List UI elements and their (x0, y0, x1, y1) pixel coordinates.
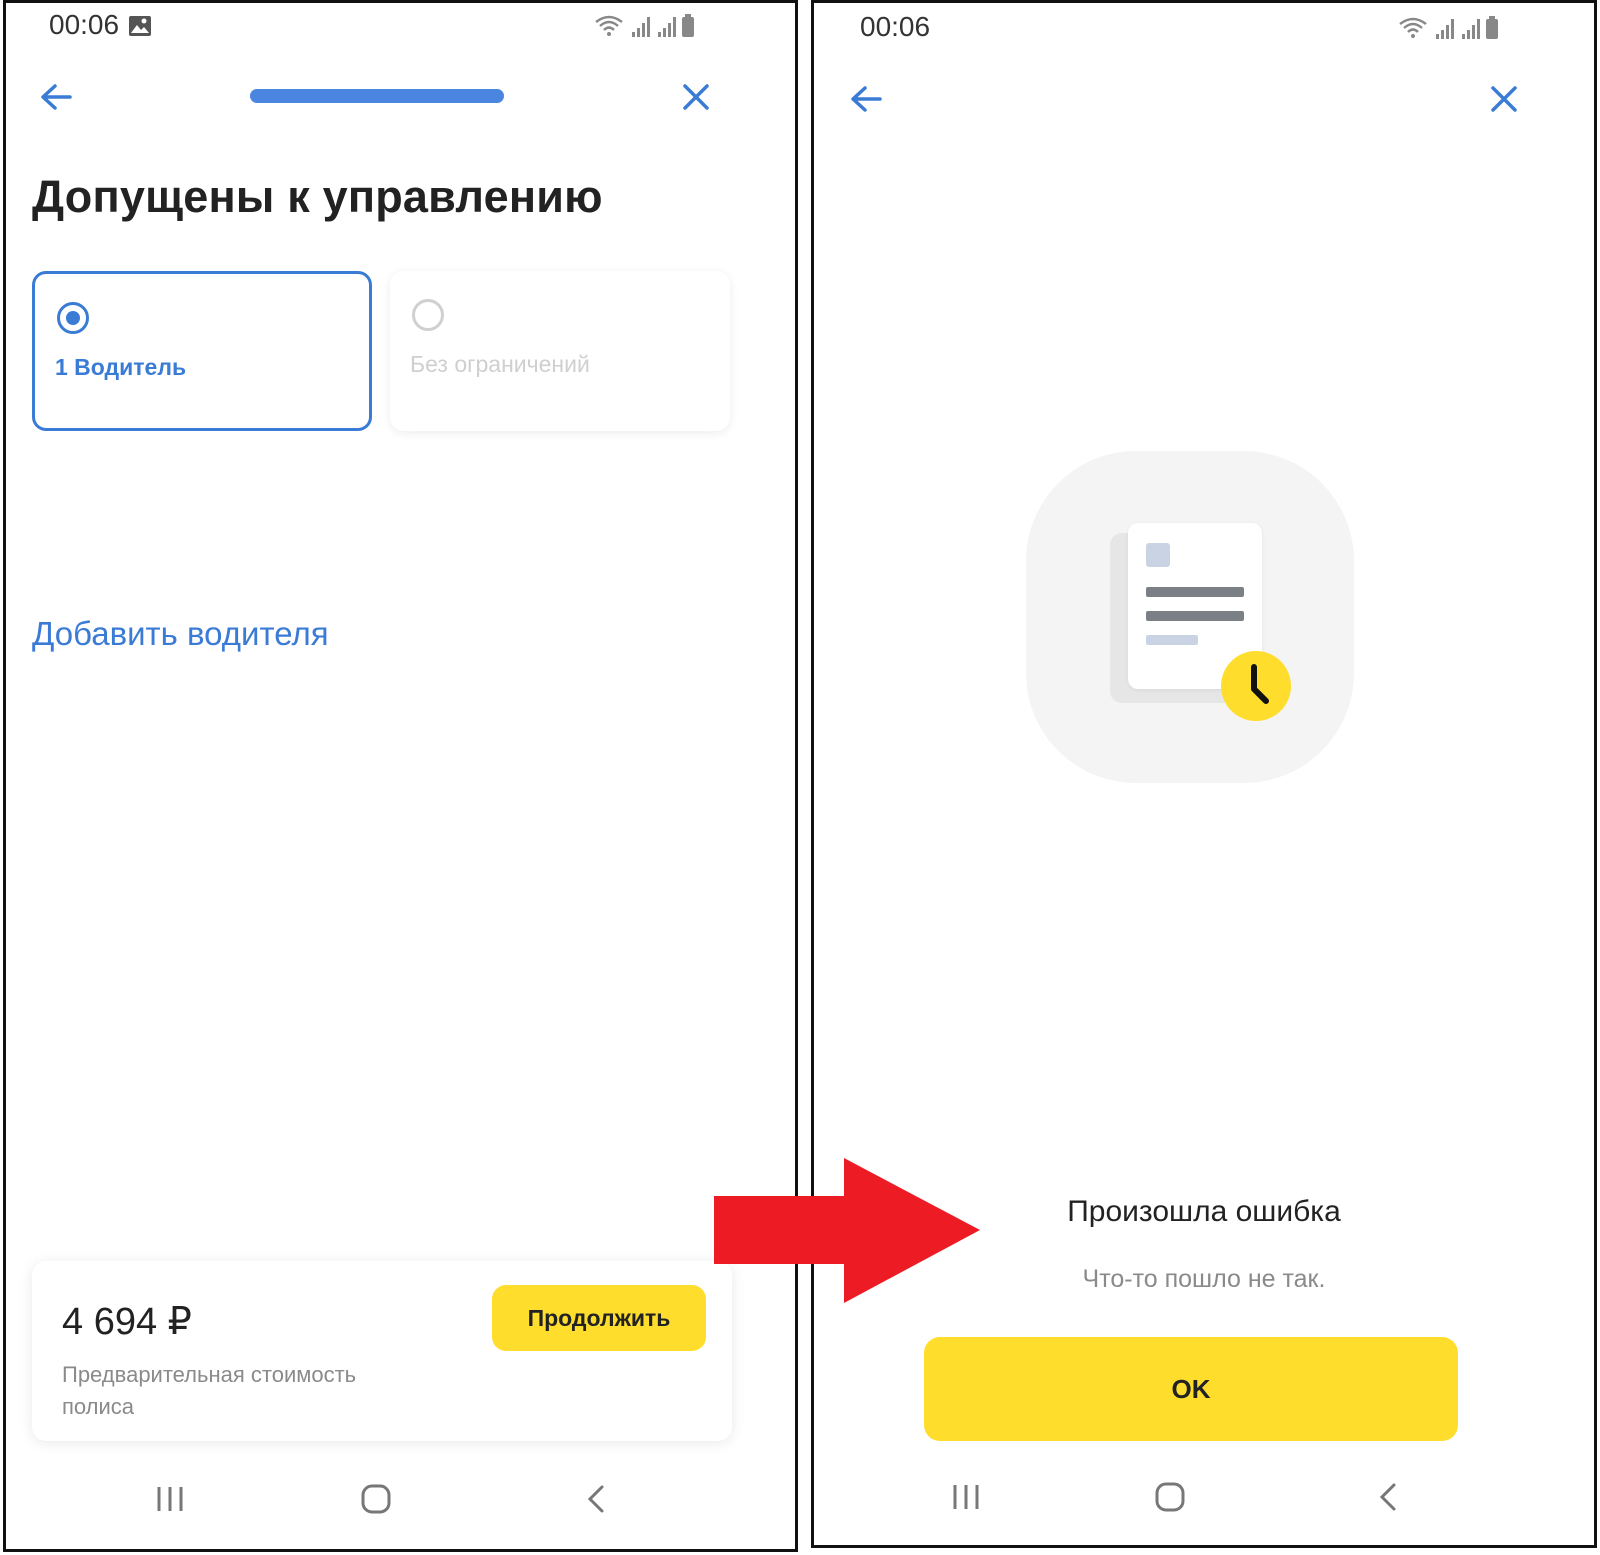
recents-button[interactable] (150, 1479, 190, 1519)
close-icon (1491, 86, 1517, 112)
recents-icon (953, 1485, 979, 1509)
progress-bar (250, 89, 504, 103)
wifi-icon (595, 15, 623, 36)
battery-icon (1486, 16, 1498, 39)
home-button[interactable] (356, 1479, 396, 1519)
status-time: 00:06 (860, 11, 931, 42)
back-button[interactable] (842, 75, 890, 123)
close-button[interactable] (1480, 75, 1528, 123)
battery-icon (682, 14, 694, 37)
page-title: Допущены к управлению (32, 171, 603, 222)
back-icon (1379, 1483, 1396, 1511)
status-icons (594, 13, 694, 37)
status-icons (1398, 15, 1498, 39)
system-navigation-bar (6, 1479, 795, 1519)
clock-icon (1221, 651, 1291, 721)
home-icon (361, 1484, 391, 1514)
option-unlimited[interactable]: Без ограничений (390, 271, 730, 431)
recents-button[interactable] (946, 1477, 986, 1517)
home-button[interactable] (1150, 1477, 1190, 1517)
radio-unselected[interactable] (412, 299, 444, 331)
ok-button[interactable]: OK (924, 1337, 1458, 1441)
price-value: 4 694 ₽ (62, 1301, 192, 1343)
back-button[interactable] (32, 73, 80, 121)
close-icon (683, 84, 709, 110)
document-clock-icon (1026, 451, 1354, 783)
system-back-button[interactable] (576, 1479, 616, 1519)
status-time: 00:06 (49, 9, 120, 40)
price-card: 4 694 ₽ Предварительная стоимость полиса… (32, 1261, 732, 1441)
close-button[interactable] (672, 73, 720, 121)
back-icon (587, 1485, 604, 1513)
option-one-driver[interactable]: 1 Водитель (32, 271, 372, 431)
radio-selected[interactable] (57, 302, 89, 334)
option-label: 1 Водитель (55, 354, 187, 380)
red-arrow-right (714, 1158, 980, 1303)
system-navigation-bar (814, 1477, 1594, 1517)
signal-icon (1460, 19, 1480, 39)
signal-icon (630, 17, 650, 37)
signal-icon (656, 17, 676, 37)
wifi-icon (1399, 17, 1427, 38)
signal-icon (1434, 19, 1454, 39)
system-back-button[interactable] (1368, 1477, 1408, 1517)
arrow-left-icon (41, 84, 72, 110)
image-icon (129, 16, 151, 36)
continue-button[interactable]: Продолжить (492, 1285, 706, 1351)
add-driver-link[interactable]: Добавить водителя (32, 615, 329, 653)
phone-screen-left: 00:06 Допущены к управлению 1 Водитель Б… (3, 0, 798, 1552)
arrow-left-icon (851, 86, 882, 112)
option-label: Без ограничений (410, 351, 590, 377)
price-caption: Предварительная стоимость полиса (62, 1362, 357, 1419)
phone-screen-right: 00:06 Произошла ошибка Что-то пошло не т… (811, 0, 1597, 1548)
home-icon (1155, 1482, 1185, 1512)
recents-icon (157, 1487, 183, 1511)
